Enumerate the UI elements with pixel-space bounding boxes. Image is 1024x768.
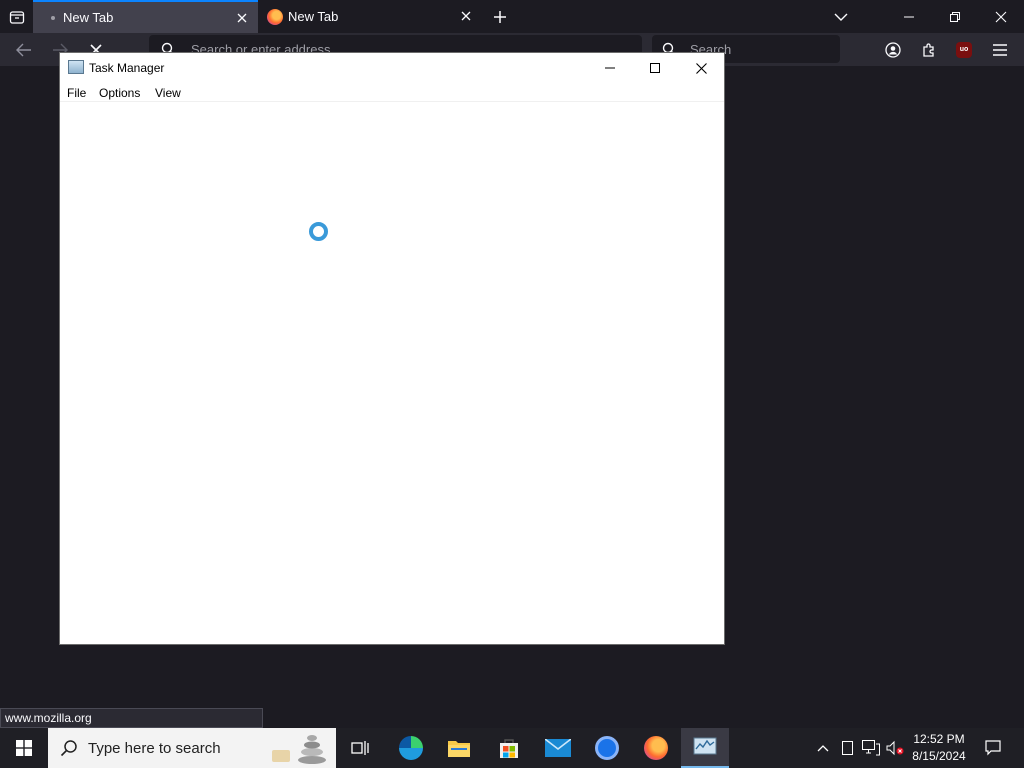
notification-icon [985, 740, 1001, 756]
firefox-icon [267, 8, 283, 25]
network-button[interactable] [860, 728, 882, 768]
task-manager-icon [68, 60, 84, 74]
ublock-origin-icon: uo [956, 41, 972, 58]
close-icon [995, 11, 1007, 22]
arrow-left-icon [16, 43, 31, 56]
account-button[interactable] [878, 33, 908, 66]
task-manager-menu-bar: File Options View [60, 83, 724, 102]
chevron-down-icon [834, 13, 848, 21]
extensions-button[interactable] [914, 33, 944, 66]
menu-view[interactable]: View [155, 86, 181, 100]
edge-icon [399, 736, 423, 760]
task-view-button[interactable] [336, 728, 384, 768]
menu-button[interactable] [985, 33, 1015, 66]
plus-icon [494, 10, 506, 23]
firefox-view-icon [9, 10, 24, 24]
volume-button[interactable] [884, 728, 906, 768]
restore-icon [950, 11, 960, 22]
hamburger-icon [993, 43, 1007, 56]
minimize-button[interactable] [886, 0, 932, 33]
browser-tab-bar: New Tab New Tab [0, 0, 1024, 33]
minimize-button[interactable] [587, 53, 633, 83]
search-highlight-image [266, 730, 332, 766]
restore-button[interactable] [932, 0, 978, 33]
task-manager-window: Task Manager File Options View [60, 53, 724, 644]
new-tab-button[interactable] [484, 0, 516, 33]
menu-file[interactable]: File [67, 86, 86, 100]
tab-loading-dot-icon [51, 15, 55, 20]
ublock-origin-button[interactable]: uo [950, 33, 978, 66]
tray-app-button[interactable] [837, 728, 857, 768]
minimize-icon [904, 16, 914, 17]
firefox-view-button[interactable] [0, 0, 33, 33]
puzzle-icon [923, 42, 934, 57]
notifications-button[interactable] [978, 728, 1008, 768]
account-icon [885, 41, 901, 58]
status-panel-url: www.mozilla.org [0, 708, 263, 728]
close-icon [461, 11, 471, 21]
tab-title: New Tab [63, 10, 114, 25]
minimize-icon [605, 67, 615, 69]
maximize-icon [650, 63, 660, 73]
search-icon [60, 740, 77, 757]
loading-spinner-icon [309, 222, 328, 241]
taskbar-search-placeholder: Type here to search [88, 739, 221, 757]
tab-new-tab-active[interactable]: New Tab [33, 0, 258, 33]
chevron-up-icon [817, 745, 829, 752]
close-icon [237, 13, 247, 23]
close-window-button[interactable] [978, 0, 1024, 33]
edge-button[interactable] [387, 728, 435, 768]
tab-close-button[interactable] [234, 10, 250, 26]
chrome-icon [595, 736, 619, 760]
back-button[interactable] [8, 33, 40, 66]
list-all-tabs-button[interactable] [826, 0, 856, 33]
window-title: Task Manager [89, 61, 165, 75]
maximize-button[interactable] [632, 53, 678, 83]
close-button[interactable] [678, 53, 724, 83]
clock-time: 12:52 PM [913, 732, 965, 746]
firefox-icon [644, 736, 668, 760]
mail-icon [545, 739, 571, 757]
task-manager-icon [693, 737, 717, 755]
chrome-button[interactable] [583, 728, 631, 768]
volume-muted-icon [886, 740, 904, 756]
menu-options[interactable]: Options [99, 86, 140, 100]
taskbar-search-box[interactable]: Type here to search [48, 728, 336, 768]
tab-new-tab[interactable]: New Tab [260, 0, 482, 33]
file-explorer-button[interactable] [435, 728, 483, 768]
task-manager-title-bar[interactable]: Task Manager [60, 53, 724, 83]
task-view-icon [351, 741, 369, 755]
task-manager-button[interactable] [681, 728, 729, 768]
close-icon [695, 62, 707, 74]
network-icon [862, 740, 880, 756]
mail-button[interactable] [534, 728, 582, 768]
system-clock[interactable]: 12:52 PM 8/15/2024 [905, 731, 973, 765]
clock-date: 8/15/2024 [912, 749, 966, 763]
tab-close-button[interactable] [458, 8, 474, 24]
tab-title: New Tab [288, 9, 339, 24]
tablet-icon [841, 741, 853, 755]
windows-logo-icon [16, 740, 32, 756]
store-icon [500, 739, 518, 758]
file-explorer-icon [448, 741, 470, 757]
windows-taskbar: Type here to search 12:52 PM 8/15/2024 [0, 728, 1024, 768]
show-hidden-icons-button[interactable] [813, 728, 833, 768]
start-button[interactable] [0, 728, 48, 768]
firefox-button[interactable] [632, 728, 680, 768]
microsoft-store-button[interactable] [485, 728, 533, 768]
